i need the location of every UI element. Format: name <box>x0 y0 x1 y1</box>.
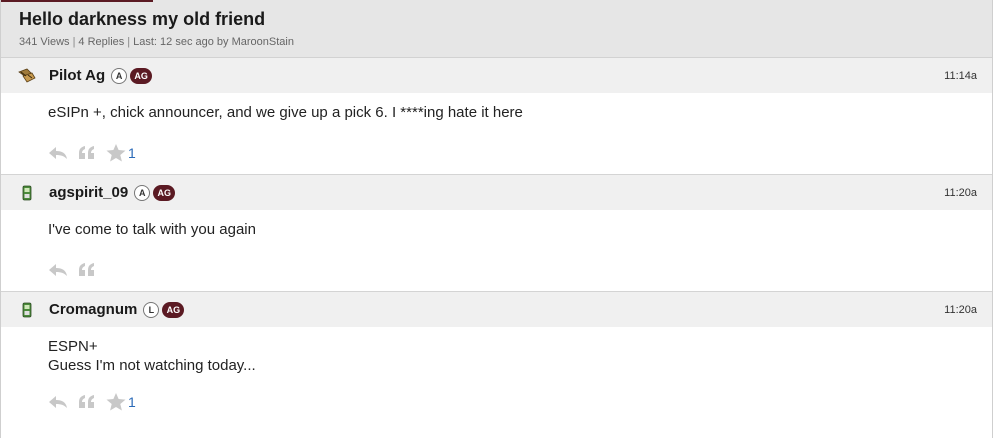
post-actions <box>1 257 992 283</box>
reply-count: 4 Replies <box>78 36 125 48</box>
post-text: I've come to talk with you again <box>48 221 256 238</box>
quote-icon[interactable] <box>78 263 96 277</box>
star-count[interactable]: 1 <box>128 145 136 161</box>
post: Cromagnum L AG 11:20a ESPN+ Guess I'm no… <box>1 292 992 415</box>
username[interactable]: Pilot Ag <box>49 67 105 84</box>
username[interactable]: agspirit_09 <box>49 184 128 201</box>
star-icon[interactable] <box>106 144 126 162</box>
post: Pilot Ag A AG 11:14a eSIPn +, chick anno… <box>1 58 992 175</box>
cellphone-icon[interactable] <box>18 301 36 319</box>
post-time[interactable]: 11:20a <box>944 304 977 316</box>
group-badge: AG <box>162 301 185 318</box>
post-time[interactable]: 11:20a <box>944 187 977 199</box>
post-body: I've come to talk with you again <box>1 210 992 239</box>
thread-meta: 341 Views | 4 Replies | Last: 12 sec ago by … <box>19 36 294 48</box>
status-badge: A <box>134 184 151 201</box>
quote-icon[interactable] <box>78 146 96 160</box>
post-text: ESPN+ <box>48 338 98 355</box>
quote-icon[interactable] <box>78 395 96 409</box>
accent-bar <box>1 0 153 2</box>
star-icon[interactable] <box>106 393 126 411</box>
username[interactable]: Cromagnum <box>49 301 137 318</box>
status-badge: A <box>111 67 128 84</box>
last-activity[interactable]: Last: 12 sec ago by MaroonStain <box>133 36 294 48</box>
post-time[interactable]: 11:14a <box>944 70 977 82</box>
post-text: Guess I'm not watching today... <box>48 357 256 374</box>
sandals-icon[interactable] <box>18 67 36 85</box>
thread-header: Hello darkness my old friend 341 Views | 4… <box>1 0 992 58</box>
cellphone-icon[interactable] <box>18 184 36 202</box>
post-actions: 1 <box>1 140 992 166</box>
group-badge: AG <box>130 67 153 84</box>
star-count[interactable]: 1 <box>128 394 136 410</box>
reply-icon[interactable] <box>48 395 68 409</box>
thread-title: Hello darkness my old friend <box>19 9 266 29</box>
post-text: eSIPn +, chick announcer, and we give up… <box>48 104 523 121</box>
post-body: eSIPn +, chick announcer, and we give up… <box>1 93 992 122</box>
reply-icon[interactable] <box>48 146 68 160</box>
status-badge: L <box>143 301 160 318</box>
post-header: Pilot Ag A AG 11:14a <box>1 58 992 93</box>
thread-container: Hello darkness my old friend 341 Views | 4… <box>0 0 993 438</box>
reply-icon[interactable] <box>48 263 68 277</box>
post-actions: 1 <box>1 389 992 415</box>
view-count: 341 Views <box>19 36 70 48</box>
post-header: Cromagnum L AG 11:20a <box>1 292 992 327</box>
group-badge: AG <box>153 184 176 201</box>
post-body: ESPN+ Guess I'm not watching today... <box>1 327 992 375</box>
post-header: agspirit_09 A AG 11:20a <box>1 175 992 210</box>
post: agspirit_09 A AG 11:20a I've come to tal… <box>1 175 992 292</box>
